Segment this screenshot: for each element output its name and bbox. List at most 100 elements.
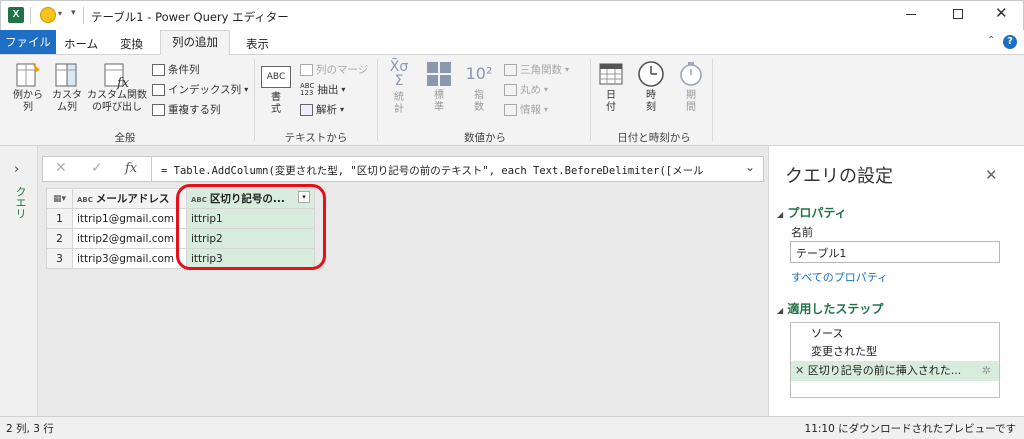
- applied-steps-section-header[interactable]: ◢ 適用したステップ: [777, 300, 883, 317]
- row-index[interactable]: 3: [46, 248, 73, 269]
- window-title: テーブル1 - Power Query エディター: [91, 10, 289, 24]
- information-icon: [504, 103, 517, 116]
- dropdown-arrow-icon[interactable]: ▾: [58, 9, 62, 18]
- standard-button[interactable]: 標 準: [422, 60, 456, 114]
- queries-pane-label[interactable]: クエリ: [12, 186, 28, 219]
- query-name-input[interactable]: テーブル1: [790, 241, 1000, 263]
- type-abc-icon[interactable]: ABC: [77, 196, 93, 204]
- calendar-icon: [599, 63, 623, 85]
- index-column-button[interactable]: インデックス列 ▾: [152, 82, 248, 97]
- properties-section-header[interactable]: ◢ プロパティ: [777, 204, 847, 221]
- dropdown-arrow-icon: ▾: [340, 105, 345, 114]
- group-label-general: 全般: [114, 132, 136, 144]
- excel-icon[interactable]: X: [8, 7, 24, 23]
- collapse-ribbon-icon[interactable]: ⌃: [987, 35, 995, 46]
- standard-operations-icon: [427, 62, 451, 86]
- customize-toolbar-icon[interactable]: ▾: [71, 8, 76, 18]
- invoke-custom-function-button[interactable]: fx カスタム関数 の呼び出し: [86, 60, 148, 114]
- dropdown-arrow-icon: ▾: [341, 85, 346, 94]
- cancel-formula-icon[interactable]: ✕: [55, 160, 67, 176]
- tab-home[interactable]: ホーム: [64, 36, 98, 52]
- smiley-icon[interactable]: [40, 7, 56, 23]
- query-settings-pane: クエリの設定 ✕ ◢ プロパティ 名前 テーブル1 すべてのプロパティ ◢ 適用…: [768, 146, 1024, 416]
- email-cell[interactable]: ittrip1@gmail.com: [72, 208, 187, 229]
- row-index[interactable]: 1: [46, 208, 73, 229]
- conditional-column-icon: [152, 63, 165, 76]
- abc-format-icon: ABC: [261, 66, 291, 88]
- expand-queries-icon[interactable]: ›: [14, 162, 19, 177]
- step-changed-type[interactable]: 変更された型: [791, 343, 999, 361]
- row-index[interactable]: 2: [46, 228, 73, 249]
- function-icon: fx: [104, 63, 130, 90]
- data-preview-area: ✕ ✓ fx = Table.AddColumn(変更された型, "区切り記号の…: [38, 146, 768, 416]
- trigonometry-button[interactable]: 三角関数 ▾: [504, 62, 569, 77]
- dropdown-arrow-icon: ▾: [544, 105, 549, 114]
- tab-file[interactable]: ファイル: [0, 30, 56, 54]
- duplicate-column-icon: [152, 103, 165, 116]
- extract-button[interactable]: ABC 123 抽出 ▾: [300, 82, 345, 97]
- format-button[interactable]: ABC 書 式: [258, 60, 294, 116]
- statistics-button[interactable]: X̄σ Σ 統 計: [382, 60, 416, 116]
- help-icon[interactable]: ?: [1003, 35, 1017, 49]
- duration-button[interactable]: 期 間: [674, 60, 708, 114]
- step-settings-gear-icon[interactable]: ✲: [982, 361, 991, 381]
- statistics-icon: X̄σ Σ: [389, 59, 409, 89]
- title-bar: X ▾ ▾ テーブル1 - Power Query エディター ✕: [0, 0, 1024, 30]
- close-settings-icon[interactable]: ✕: [985, 166, 998, 184]
- ribbon: 例から 列 カスタ ム列 fx カスタム関数 の呼び出し 条件列 インデックス列…: [0, 54, 1024, 146]
- conditional-column-button[interactable]: 条件列: [152, 62, 200, 77]
- close-button[interactable]: ✕: [995, 4, 1008, 22]
- dropdown-arrow-icon: ▾: [565, 65, 570, 74]
- collapse-triangle-icon: ◢: [777, 306, 784, 315]
- scientific-icon: 10²: [465, 64, 493, 83]
- column-header-email[interactable]: ABC メールアドレス: [72, 188, 187, 209]
- delete-step-icon[interactable]: ✕: [795, 364, 804, 377]
- fx-icon[interactable]: fx: [125, 161, 137, 176]
- queries-pane-collapsed: › クエリ: [0, 146, 38, 416]
- dropdown-arrow-icon: ▾: [544, 85, 549, 94]
- step-source[interactable]: ソース: [791, 325, 999, 343]
- minimize-button[interactable]: [906, 14, 916, 15]
- tab-transform[interactable]: 変換: [120, 36, 143, 52]
- index-column-icon: [152, 83, 165, 96]
- email-cell[interactable]: ittrip3@gmail.com: [72, 248, 187, 269]
- email-cell[interactable]: ittrip2@gmail.com: [72, 228, 187, 249]
- table-menu-icon[interactable]: ▦▾: [46, 188, 73, 209]
- stopwatch-icon: [680, 62, 702, 86]
- trigonometry-icon: [504, 63, 517, 76]
- column-from-examples-button[interactable]: 例から 列: [8, 60, 48, 114]
- name-label: 名前: [791, 226, 813, 239]
- commit-formula-icon[interactable]: ✓: [91, 160, 103, 176]
- step-inserted-before-delimiter[interactable]: ✕ 区切り記号の前に挿入された... ✲: [791, 361, 999, 381]
- extract-icon: ABC 123: [300, 81, 315, 97]
- query-settings-title: クエリの設定: [785, 166, 893, 187]
- ribbon-tabs: ファイル ホーム 変換 列の追加 表示 ⌃ ?: [0, 30, 1024, 55]
- custom-column-icon: [55, 63, 77, 87]
- maximize-button[interactable]: [953, 9, 963, 19]
- group-label-datetime: 日付と時刻から: [617, 132, 691, 144]
- all-properties-link[interactable]: すべてのプロパティ: [791, 269, 888, 285]
- dropdown-arrow-icon: ▾: [244, 85, 249, 94]
- parse-button[interactable]: 解析 ▾: [300, 102, 344, 117]
- expand-formula-icon[interactable]: ⌄: [745, 160, 755, 174]
- clock-icon: [638, 61, 664, 87]
- tab-add-column[interactable]: 列の追加: [160, 30, 230, 55]
- date-button[interactable]: 日 付: [594, 60, 628, 114]
- status-preview-time: 11:10 にダウンロードされたプレビューです: [804, 423, 1016, 435]
- rounding-icon: [504, 83, 517, 96]
- time-button[interactable]: 時 刻: [634, 60, 668, 114]
- collapse-triangle-icon: ◢: [777, 210, 784, 219]
- status-row-col-count: 2 列, 3 行: [6, 423, 54, 435]
- tab-view[interactable]: 表示: [246, 36, 269, 52]
- formula-text[interactable]: = Table.AddColumn(変更された型, "区切り記号の前のテキスト"…: [161, 163, 731, 178]
- duplicate-column-button[interactable]: 重複する列: [152, 102, 221, 117]
- scientific-button[interactable]: 10² 指 数: [462, 60, 496, 114]
- formula-bar: ✕ ✓ fx = Table.AddColumn(変更された型, "区切り記号の…: [42, 156, 764, 182]
- column-from-examples-icon: [16, 62, 40, 87]
- rounding-button[interactable]: 丸め ▾: [504, 82, 548, 97]
- status-bar: 2 列, 3 行 11:10 にダウンロードされたプレビューです: [0, 416, 1024, 439]
- highlight-annotation: [176, 184, 326, 270]
- information-button[interactable]: 情報 ▾: [504, 102, 548, 117]
- merge-columns-button[interactable]: 列のマージ: [300, 62, 368, 77]
- custom-column-button[interactable]: カスタ ム列: [50, 60, 84, 114]
